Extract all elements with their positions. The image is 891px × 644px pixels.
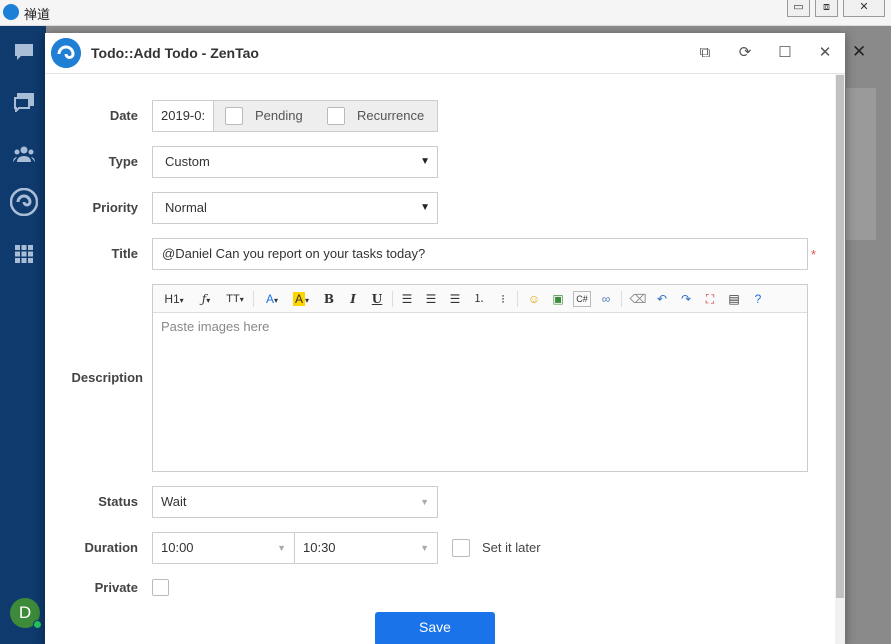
chevron-down-icon: ▼ (420, 202, 430, 213)
private-checkbox[interactable] (152, 579, 169, 596)
recurrence-label: Recurrence (357, 108, 425, 123)
font-family-button[interactable]: ƒ▾ (195, 290, 217, 308)
underline-button[interactable]: U (369, 290, 385, 308)
code-icon[interactable]: C# (573, 291, 591, 307)
refresh-icon[interactable]: ⟳ (735, 43, 755, 63)
date-label: Date (109, 108, 138, 123)
pending-label: Pending (255, 108, 303, 123)
required-mark: * (811, 247, 817, 262)
status-select[interactable]: Wait ▼ (152, 486, 438, 518)
font-color-button-label: A (265, 292, 274, 306)
background-color-button-label: A (292, 292, 305, 306)
help-icon[interactable]: ? (749, 290, 767, 308)
start-time-value: 10:00 (161, 540, 194, 555)
background-color-button[interactable]: A ▾ (289, 290, 313, 308)
font-size-button-label: TT (226, 293, 240, 305)
set-later-checkbox[interactable] (452, 539, 470, 557)
toolbar-divider (517, 291, 518, 307)
os-close-button[interactable]: ✕ (843, 0, 885, 17)
priority-select-value: Normal (165, 200, 207, 215)
status-label: Status (98, 494, 138, 509)
chat-icon[interactable] (13, 42, 35, 62)
type-label: Type (108, 154, 138, 169)
modal-header: Todo::Add Todo - ZenTao ⧉ ⟳ ☐ ✕ (45, 33, 845, 74)
messages-icon[interactable] (13, 92, 35, 112)
description-placeholder: Paste images here (161, 319, 270, 334)
app-sidebar (0, 26, 46, 644)
background-close-icon[interactable]: ✕ (852, 42, 866, 62)
link-icon[interactable]: ∞ (597, 290, 615, 308)
scrollbar-thumb[interactable] (836, 75, 844, 598)
chevron-down-icon: ▼ (420, 497, 429, 507)
date-input[interactable]: 2019-0: (152, 100, 214, 132)
editor-toolbar: H1▾ ƒ▾ TT▾ A▾ A ▾ B I U ☰ ☰ ☰ ⒈ ⁝ ☺ ▣ C# … (153, 285, 807, 313)
zentao-logo-icon (51, 38, 81, 68)
font-size-button[interactable]: TT▾ (223, 290, 247, 308)
description-label: Description (71, 370, 143, 385)
type-select[interactable]: Custom ▼ (152, 146, 438, 178)
start-time-select[interactable]: 10:00 ▼ (152, 532, 295, 564)
maximize-icon[interactable]: ☐ (775, 43, 795, 63)
image-icon[interactable]: ▣ (549, 290, 567, 308)
apps-grid-icon[interactable] (13, 244, 35, 264)
align-center-icon[interactable]: ☰ (423, 290, 439, 308)
os-window-title: 禅道 (24, 8, 51, 23)
contacts-icon[interactable] (13, 144, 35, 164)
align-right-icon[interactable]: ☰ (447, 290, 463, 308)
priority-label: Priority (92, 200, 138, 215)
fullscreen-icon[interactable]: ⛶ (701, 290, 719, 308)
background-panel (846, 88, 876, 240)
os-title-bar: 禅道 ▭ ⧈ ✕ (0, 0, 891, 26)
set-later-label: Set it later (482, 540, 541, 555)
undo-icon[interactable]: ↶ (653, 290, 671, 308)
toolbar-divider (392, 291, 393, 307)
add-todo-modal: Todo::Add Todo - ZenTao ⧉ ⟳ ☐ ✕ Date 201… (45, 33, 845, 644)
bold-button[interactable]: B (321, 290, 337, 308)
toolbar-divider (621, 291, 622, 307)
open-in-new-window-icon[interactable]: ⧉ (695, 43, 715, 63)
toolbar-divider (253, 291, 254, 307)
description-editor[interactable]: H1▾ ƒ▾ TT▾ A▾ A ▾ B I U ☰ ☰ ☰ ⒈ ⁝ ☺ ▣ C# … (152, 284, 808, 472)
private-label: Private (94, 580, 138, 595)
restore-button[interactable]: ⧈ (815, 0, 838, 17)
recurrence-checkbox[interactable] (327, 107, 345, 125)
zentao-icon[interactable] (10, 188, 38, 216)
chevron-down-icon: ▼ (420, 543, 429, 553)
emoji-icon[interactable]: ☺ (525, 290, 543, 308)
pending-checkbox[interactable] (225, 107, 243, 125)
online-status-dot (33, 620, 42, 629)
status-select-value: Wait (161, 494, 187, 509)
unordered-list-icon[interactable]: ⁝ (495, 290, 511, 308)
app-logo-icon (3, 4, 19, 20)
heading-button[interactable]: H1▾ (161, 290, 187, 308)
modal-title: Todo::Add Todo - ZenTao (91, 45, 259, 61)
title-input[interactable]: @Daniel Can you report on your tasks tod… (152, 238, 808, 270)
save-button[interactable]: Save (375, 612, 495, 644)
minimize-button[interactable]: ▭ (787, 0, 810, 17)
end-time-value: 10:30 (303, 540, 336, 555)
type-select-value: Custom (165, 154, 210, 169)
duration-label: Duration (84, 540, 138, 555)
redo-icon[interactable]: ↷ (677, 290, 695, 308)
font-color-button[interactable]: A▾ (261, 290, 283, 308)
end-time-select[interactable]: 10:30 ▼ (294, 532, 438, 564)
chevron-down-icon: ▼ (277, 543, 286, 553)
title-label: Title (111, 246, 139, 261)
modal-close-icon[interactable]: ✕ (815, 43, 835, 63)
align-left-icon[interactable]: ☰ (399, 290, 415, 308)
heading-button-label: H1 (164, 292, 180, 306)
chevron-down-icon: ▼ (420, 156, 430, 167)
ordered-list-icon[interactable]: ⒈ (471, 290, 487, 308)
priority-select[interactable]: Normal ▼ (152, 192, 438, 224)
eraser-icon[interactable]: ⌫ (629, 290, 647, 308)
italic-button[interactable]: I (345, 290, 361, 308)
template-icon[interactable]: ▤ (725, 290, 743, 308)
